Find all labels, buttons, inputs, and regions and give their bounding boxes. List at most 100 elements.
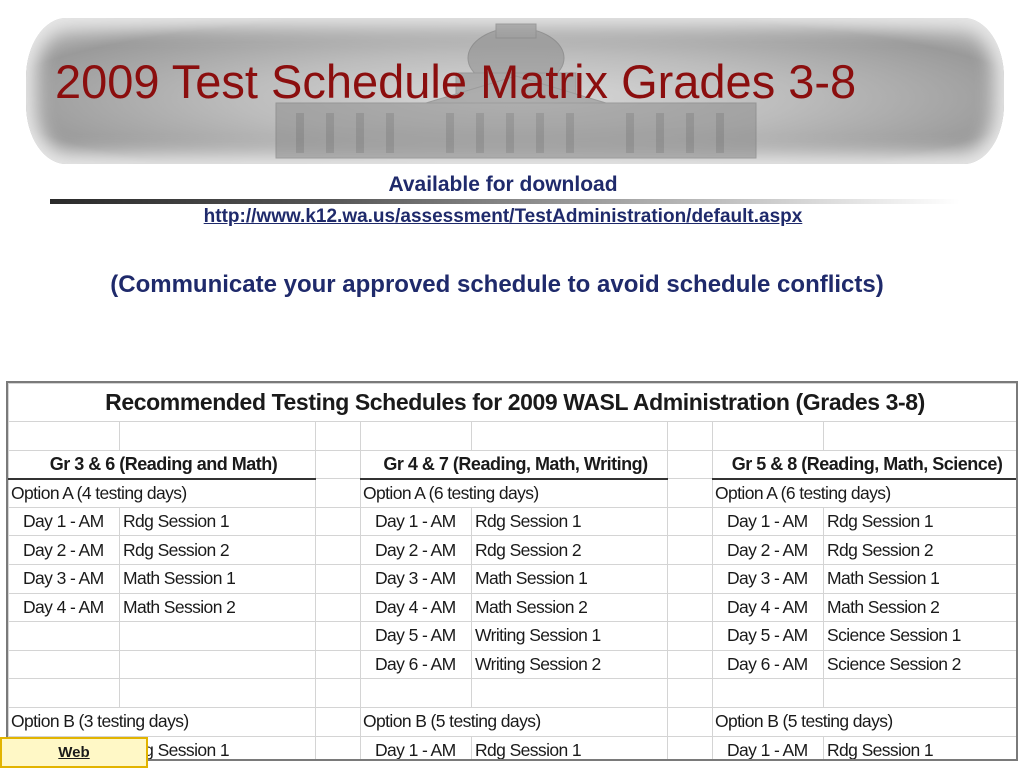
session-cell: Math Session 1 [119,563,316,594]
option-label: Option B (5 testing days) [360,706,668,737]
divider [50,199,960,204]
table-cell [822,421,1016,451]
group-header: Gr 5 & 8 (Reading, Math, Science) [711,449,1016,480]
day-cell: Day 6 - AM [712,649,824,680]
table-row: Day 3 - AM Math Session 1 Day 3 - AM Math S… [8,563,1016,594]
table-cell [667,678,713,708]
option-label: Option A (6 testing days) [360,478,668,508]
table-cell [712,678,824,708]
table-cell [315,621,361,651]
table-cell [360,421,472,451]
table-cell [667,649,713,680]
schedule-table: Recommended Testing Schedules for 2009 W… [8,383,1016,759]
day-cell: Day 3 - AM [8,563,120,594]
table-row: Day 4 - AM Math Session 2 Day 4 - AM Math S… [8,592,1016,623]
table-cell [667,421,713,451]
day-cell: Day 4 - AM [712,592,824,623]
session-cell: Rdg Session 1 [119,735,316,759]
day-cell [8,649,120,680]
table-cell [667,706,713,737]
table-title: Recommended Testing Schedules for 2009 W… [8,383,1016,422]
group-header-row: Gr 3 & 6 (Reading and Math) Gr 4 & 7 (Rea… [8,449,1016,480]
day-cell: Day 6 - AM [360,649,472,680]
table-cell [667,478,713,508]
session-cell: Rdg Session 2 [471,535,668,565]
session-cell: Math Session 2 [822,592,1016,623]
day-cell: Day 2 - AM [360,535,472,565]
table-row: Day 1 - AM Rdg Session 1 Day 1 - AM Rdg Ses… [8,506,1016,537]
option-row: Option B (3 testing days) Option B (5 tes… [8,706,1016,737]
table-cell [667,621,713,651]
table-cell [360,678,472,708]
session-cell: Math Session 2 [119,592,316,623]
option-label: Option A (4 testing days) [8,478,316,508]
day-cell: Day 1 - AM [712,506,824,537]
day-cell: Day 4 - AM [8,592,120,623]
day-cell: Day 5 - AM [712,621,824,651]
download-link[interactable]: http://www.k12.wa.us/assessment/TestAdmi… [0,206,1006,228]
table-cell [315,535,361,565]
session-cell: Rdg Session 1 [822,735,1016,759]
day-cell: Day 1 - AM [712,735,824,759]
available-heading: Available for download [388,173,618,196]
group-header: Gr 4 & 7 (Reading, Math, Writing) [360,449,668,480]
option-row: Option A (4 testing days) Option A (6 tes… [8,478,1016,508]
session-cell: Rdg Session 1 [119,506,316,537]
table-cell [667,592,713,623]
schedule-spreadsheet: Recommended Testing Schedules for 2009 W… [6,381,1018,761]
table-cell [471,421,668,451]
day-cell: Day 1 - AM [360,506,472,537]
session-cell: Math Session 1 [822,563,1016,594]
table-cell [315,706,361,737]
day-cell: Day 4 - AM [360,592,472,623]
session-cell: Rdg Session 1 [471,506,668,537]
table-row: Rdg Session 1 Day 1 - AM Rdg Session 1 Day … [8,735,1016,759]
session-cell: Math Session 1 [471,563,668,594]
group-header: Gr 3 & 6 (Reading and Math) [8,449,316,480]
table-row: Day 5 - AM Writing Session 1 Day 5 - AM Sci… [8,621,1016,651]
table-cell [8,421,120,451]
day-cell [8,621,120,651]
table-cell [119,678,316,708]
day-cell: Day 1 - AM [8,506,120,537]
option-label: Option A (6 testing days) [711,478,1016,508]
table-row: Day 2 - AM Rdg Session 2 Day 2 - AM Rdg Ses… [8,535,1016,565]
table-cell [667,449,713,480]
table-row: Day 6 - AM Writing Session 2 Day 6 - AM Sci… [8,649,1016,680]
table-cell [667,535,713,565]
table-cell [8,678,120,708]
session-cell: Rdg Session 1 [822,506,1016,537]
title-row: Recommended Testing Schedules for 2009 W… [8,383,1016,422]
session-cell: Science Session 2 [822,649,1016,680]
table-cell [712,421,824,451]
day-cell: Day 3 - AM [360,563,472,594]
session-cell [119,649,316,680]
option-label: Option B (5 testing days) [711,706,1016,737]
table-cell [315,506,361,537]
day-cell: Day 2 - AM [712,535,824,565]
session-cell: Writing Session 2 [471,649,668,680]
option-label: Option B (3 testing days) [8,706,316,737]
slide-title: 2009 Test Schedule Matrix Grades 3-8 [55,55,857,108]
session-cell: Science Session 1 [822,621,1016,651]
session-cell: Rdg Session 2 [822,535,1016,565]
day-cell: Day 2 - AM [8,535,120,565]
table-cell [315,678,361,708]
day-cell: Day 5 - AM [360,621,472,651]
session-cell: Writing Session 1 [471,621,668,651]
table-cell [315,649,361,680]
table-cell [315,735,361,759]
web-button[interactable]: Web [0,737,148,768]
table-cell [822,678,1016,708]
table-cell [667,506,713,537]
table-cell [315,592,361,623]
schedule-note: (Communicate your approved schedule to a… [110,271,884,298]
table-cell [315,563,361,594]
day-cell: Day 1 - AM [360,735,472,759]
table-cell [315,478,361,508]
session-cell: Math Session 2 [471,592,668,623]
table-cell [119,421,316,451]
table-cell [471,678,668,708]
table-cell [315,449,361,480]
session-cell: Rdg Session 2 [119,535,316,565]
